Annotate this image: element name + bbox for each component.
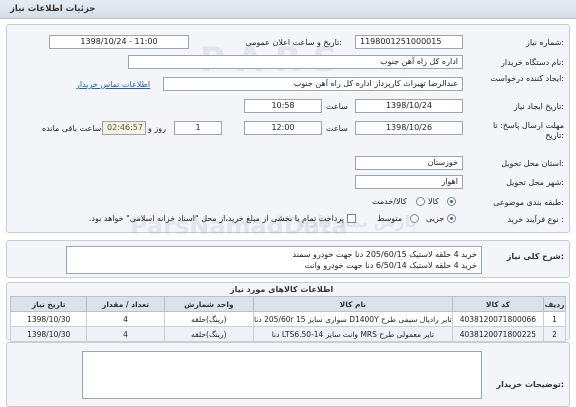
create-date-field[interactable]: 1398/10/24 — [355, 99, 463, 113]
city-label: شهر محل تحویل: — [506, 178, 564, 187]
column-header: ردیف — [543, 296, 566, 312]
create-date-label: تاریخ ایجاد نیاز: — [513, 102, 564, 111]
page-header: جزئیات اطلاعات نیاز — [0, 0, 576, 19]
buyer-notes-field[interactable] — [82, 351, 482, 399]
create-time-field[interactable]: 10:58 — [244, 99, 322, 113]
page-title: جزئیات اطلاعات نیاز — [10, 4, 96, 14]
requester-field[interactable]: عبدالرضا تهیراث کارپرداز اداره کل راه آه… — [163, 77, 463, 91]
deadline-time-field[interactable]: 12:00 — [244, 121, 322, 135]
table-cell: 1 — [543, 311, 566, 327]
goods-title: اطلاعات کالاهای مورد نیاز — [230, 285, 334, 294]
remaining-time-field: 02:46:57 — [102, 121, 146, 135]
table-cell: 1398/10/30 — [9, 326, 88, 342]
province-label: استان محل تحویل: — [501, 159, 564, 168]
treasury-payment-checkbox[interactable] — [347, 214, 356, 223]
announce-label: تاریخ و ساعت اعلان عمومی: — [245, 38, 342, 47]
buyer-notes-label: توضیحات خریدار: — [496, 380, 564, 389]
requester-label: ایجاد کننده درخواست: — [490, 74, 564, 83]
table-cell: (رینگ)حلقه — [163, 326, 255, 342]
description-line: خرید 4 حلقه لاستیک 6/50/14 دنا جهت خودرو… — [304, 261, 478, 270]
table-cell: 4 — [86, 311, 165, 327]
table-row[interactable]: 1 4038120071800066 تایر رادیال سیمی طرح … — [9, 311, 566, 327]
remaining-label: ساعت باقی مانده — [42, 124, 102, 133]
column-header: واحد شمارش — [163, 296, 255, 312]
table-cell: 4038120071800066 — [451, 311, 545, 327]
goods-header-row: ردیف کد کالا نام کالا واحد شمارش تعداد /… — [9, 296, 566, 312]
description-field[interactable]: خرید 4 حلقه لاستیک 205/60/15 دنا جهت خود… — [66, 246, 482, 274]
column-header: کد کالا — [451, 296, 545, 312]
process-label: نوع فرآیند خرید : — [507, 215, 564, 224]
table-cell: 1398/10/30 — [9, 311, 88, 327]
column-header: نام کالا — [253, 296, 453, 312]
buyer-org-field[interactable]: اداره کل راه آهن جنوب — [128, 55, 463, 69]
city-field[interactable]: اهواز — [355, 175, 463, 189]
process-medium-radio[interactable] — [410, 214, 419, 223]
remaining-days-field[interactable]: 1 — [174, 121, 222, 135]
category-label: طبقه بندی موضوعی: — [493, 198, 564, 207]
category-goods-label: کالا — [428, 197, 439, 206]
buyer-org-label: نام دستگاه خریدار: — [500, 58, 564, 67]
process-minor-label: جزیی — [426, 214, 445, 223]
deadline-time-label: ساعت — [326, 124, 348, 133]
create-time-label: ساعت — [326, 102, 348, 111]
description-label: شرح کلی نیاز: — [506, 252, 564, 261]
days-label: روز و — [148, 124, 166, 133]
announce-datetime-field[interactable]: 1398/10/24 - 11:00 — [49, 35, 189, 49]
table-cell: 2 — [543, 326, 566, 342]
table-cell: 4 — [86, 326, 165, 342]
need-number-label: شماره نیاز: — [525, 38, 564, 47]
deadline-date-field[interactable]: 1398/10/26 — [355, 121, 463, 135]
process-medium-label: متوسط — [377, 214, 403, 223]
table-row[interactable]: 2 4038120071800225 تایر معمولی طرح MRS و… — [9, 326, 566, 342]
category-goods-radio[interactable] — [447, 197, 456, 206]
treasury-payment-label: پرداخت تمام یا بخشی از مبلغ خرید،از محل … — [88, 214, 344, 223]
deadline-label: مهلت ارسال پاسخ: تا تاریخ: — [492, 121, 564, 140]
table-cell: تایر رادیال سیمی طرح D1400Y سواری سایز 1… — [253, 311, 453, 327]
process-minor-radio[interactable] — [447, 214, 456, 223]
column-header: تاریخ نیاز — [9, 296, 88, 312]
need-number-field[interactable]: 1198001251000015 — [355, 35, 463, 49]
table-cell: (رینگ)حلقه — [163, 311, 255, 327]
table-cell: 4038120071800225 — [451, 326, 545, 342]
category-goods-service-radio[interactable] — [416, 197, 425, 206]
table-cell: تایر معمولی طرح MRS وانت سایز 14-LTS6.50… — [253, 326, 453, 342]
column-header: تعداد / مقدار — [86, 296, 165, 312]
description-line: خرید 4 حلقه لاستیک 205/60/15 دنا جهت خود… — [292, 250, 477, 259]
province-field[interactable]: خوزستان — [355, 156, 463, 170]
goods-table: ردیف کد کالا نام کالا واحد شمارش تعداد /… — [9, 296, 566, 342]
buyer-contact-link[interactable]: اطلاعات تماس خریدار — [76, 80, 150, 89]
category-goods-service-label: کالا/خدمت — [372, 197, 407, 206]
